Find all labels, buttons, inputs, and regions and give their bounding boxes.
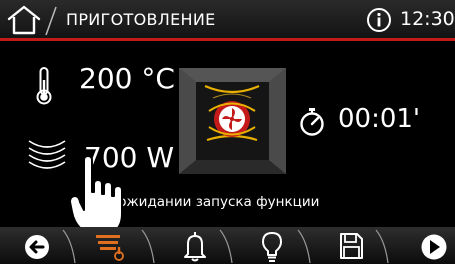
play-icon[interactable]	[418, 227, 450, 264]
temperature-value[interactable]: 200 °C	[79, 62, 175, 95]
thermometer-icon[interactable]	[34, 66, 54, 106]
light-bulb-icon[interactable]	[257, 227, 287, 264]
info-icon[interactable]	[366, 7, 392, 33]
bottom-toolbar-background	[0, 227, 455, 264]
back-arrow-icon[interactable]	[22, 227, 52, 264]
home-icon[interactable]	[6, 4, 42, 36]
timer-value[interactable]: 00:01'	[338, 104, 420, 134]
header-divider	[45, 6, 57, 36]
bell-icon[interactable]	[180, 227, 210, 264]
stopwatch-icon[interactable]	[298, 107, 326, 137]
save-icon[interactable]	[336, 227, 366, 264]
oven-display: ПРИГОТОВЛЕНИЕ 12:30 200 °C 00:01' 700 W …	[0, 0, 455, 264]
oven-fan-function-icon[interactable]	[179, 68, 286, 174]
header-accent-line	[0, 38, 455, 41]
microwave-waves-icon[interactable]	[25, 135, 69, 173]
bottom-toolbar	[0, 227, 455, 264]
clock: 12:30	[400, 8, 455, 30]
status-message: в ожидании запуска функции	[106, 194, 320, 210]
temperature-settings-icon[interactable]	[92, 227, 126, 264]
header-bar: ПРИГОТОВЛЕНИЕ 12:30	[0, 0, 455, 41]
page-title: ПРИГОТОВЛЕНИЕ	[66, 10, 216, 29]
